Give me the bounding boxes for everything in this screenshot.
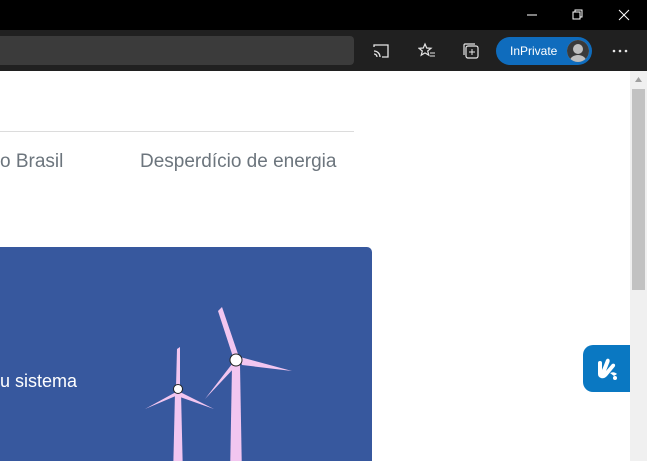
wind-turbines-illustration xyxy=(145,307,292,461)
cast-icon xyxy=(373,43,389,58)
nav-item-brasil[interactable]: o Brasil xyxy=(0,151,63,173)
window-title-bar xyxy=(0,0,647,30)
inprivate-button[interactable]: InPrivate xyxy=(496,37,592,65)
inprivate-label: InPrivate xyxy=(510,44,558,58)
favorites-button[interactable] xyxy=(410,30,444,71)
profile-icon xyxy=(567,40,589,62)
close-button[interactable] xyxy=(601,0,647,30)
minimize-icon xyxy=(527,14,537,16)
restore-button[interactable] xyxy=(555,0,601,30)
restore-icon xyxy=(572,9,583,20)
avatar xyxy=(567,40,589,62)
vertical-scrollbar[interactable] xyxy=(630,71,647,461)
more-icon xyxy=(612,49,628,52)
favorites-list-icon xyxy=(418,41,435,56)
page-content: o Brasil Desperdício de energia u sistem… xyxy=(0,71,630,461)
cast-button[interactable] xyxy=(364,30,398,71)
scrollbar-thumb[interactable] xyxy=(632,89,645,290)
large-turbine xyxy=(205,307,292,461)
scroll-up-icon[interactable] xyxy=(630,73,647,87)
collections-icon xyxy=(463,42,479,59)
small-turbine xyxy=(145,347,214,461)
libras-accessibility-button[interactable] xyxy=(583,345,630,392)
nav-item-desperdicio[interactable]: Desperdício de energia xyxy=(140,151,336,173)
collections-button[interactable] xyxy=(454,30,488,71)
minimize-button[interactable] xyxy=(509,0,555,30)
close-icon xyxy=(618,9,630,21)
address-bar[interactable] xyxy=(0,36,354,65)
more-button[interactable] xyxy=(603,30,637,71)
hero-banner: u sistema xyxy=(0,247,372,461)
sign-language-hands-icon xyxy=(597,358,617,380)
nav-divider xyxy=(0,131,354,132)
